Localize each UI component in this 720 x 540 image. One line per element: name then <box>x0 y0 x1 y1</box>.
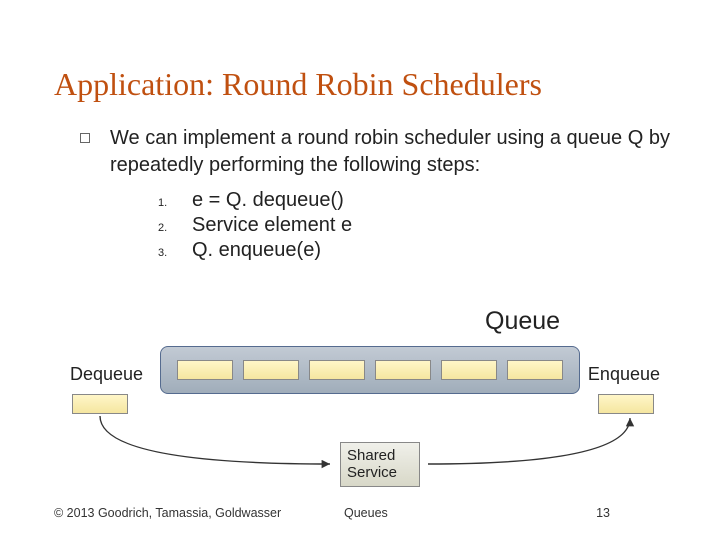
steps-list: 1. e = Q. dequeue() 2. Service element e… <box>158 189 670 262</box>
step-number: 2. <box>158 222 192 234</box>
bullet-icon <box>80 133 90 143</box>
footer-topic: Queues <box>344 506 388 520</box>
slide-container: Application: Round Robin Schedulers We c… <box>0 0 720 540</box>
arrow-to-service <box>100 416 330 464</box>
step-text: e = Q. dequeue() <box>192 189 344 212</box>
intro-text: We can implement a round robin scheduler… <box>110 125 670 179</box>
queue-label: Queue <box>485 307 560 336</box>
round-robin-diagram: Dequeue Enqueue Shared Service <box>70 346 660 486</box>
step-text: Service element e <box>192 214 352 237</box>
copyright-text: © 2013 Goodrich, Tamassia, Goldwasser <box>54 506 281 520</box>
arrow-from-service <box>428 418 630 464</box>
flow-arrows <box>70 346 660 496</box>
slide-footer: © 2013 Goodrich, Tamassia, Goldwasser Qu… <box>54 506 680 520</box>
slide-title: Application: Round Robin Schedulers <box>54 66 690 103</box>
step-number: 1. <box>158 197 192 209</box>
bullet-intro: We can implement a round robin scheduler… <box>80 125 670 179</box>
content-body: We can implement a round robin scheduler… <box>80 125 670 262</box>
step-text: Q. enqueue(e) <box>192 239 321 262</box>
step-number: 3. <box>158 247 192 259</box>
step-3: 3. Q. enqueue(e) <box>158 239 670 262</box>
step-2: 2. Service element e <box>158 214 670 237</box>
step-1: 1. e = Q. dequeue() <box>158 189 670 212</box>
page-number: 13 <box>596 506 610 520</box>
